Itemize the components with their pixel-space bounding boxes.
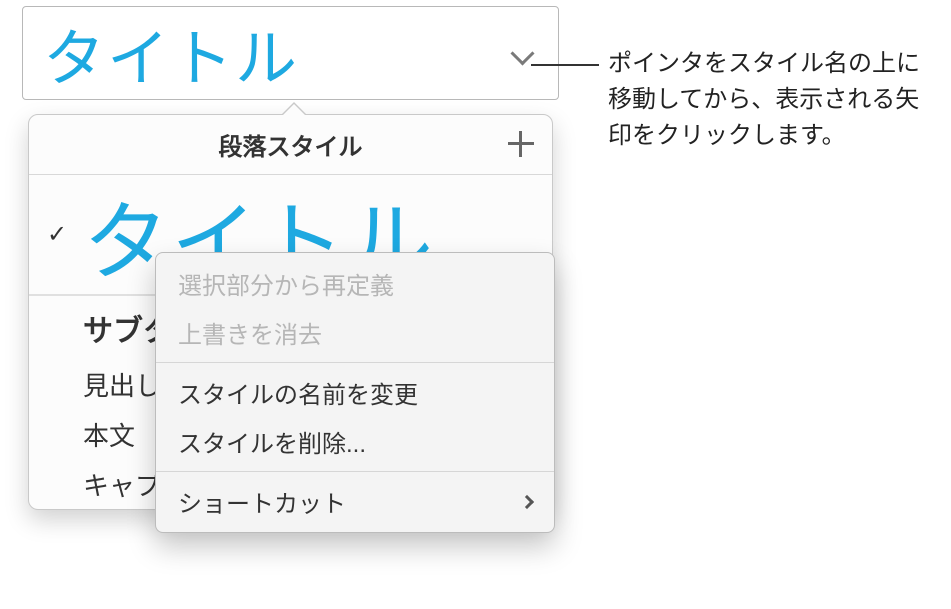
- menu-label: 上書きを消去: [178, 315, 322, 350]
- current-style-label: タイトル: [43, 8, 299, 98]
- check-icon: ✓: [47, 220, 83, 249]
- menu-label: スタイルの名前を変更: [178, 375, 418, 410]
- current-style-button[interactable]: タイトル: [23, 7, 558, 99]
- style-context-menu: 選択部分から再定義 上書きを消去 スタイルの名前を変更 スタイルを削除... シ…: [155, 252, 555, 533]
- style-label: 見出し: [83, 366, 161, 403]
- style-panel: タイトル: [22, 6, 559, 100]
- style-label: 本文: [83, 416, 135, 453]
- menu-item-delete[interactable]: スタイルを削除...: [156, 417, 554, 466]
- menu-item-shortcut[interactable]: ショートカット: [156, 477, 554, 526]
- menu-label: スタイルを削除...: [178, 424, 366, 459]
- callout-line: [531, 64, 599, 66]
- chevron-down-icon[interactable]: [510, 41, 534, 65]
- menu-item-redefine: 選択部分から再定義: [156, 259, 554, 308]
- menu-item-clear-override: 上書きを消去: [156, 308, 554, 357]
- menu-label: 選択部分から再定義: [178, 266, 394, 301]
- chevron-right-icon: [520, 494, 534, 508]
- menu-item-rename[interactable]: スタイルの名前を変更: [156, 368, 554, 417]
- callout-text: ポインタをスタイル名の上に移動してから、表示される矢印をクリックします。: [608, 46, 938, 154]
- menu-separator: [156, 471, 554, 472]
- menu-separator: [156, 362, 554, 363]
- popover-title: 段落スタイル: [219, 127, 363, 162]
- menu-label: ショートカット: [178, 484, 346, 519]
- popover-header: 段落スタイル: [29, 115, 552, 175]
- add-style-icon[interactable]: [508, 131, 534, 157]
